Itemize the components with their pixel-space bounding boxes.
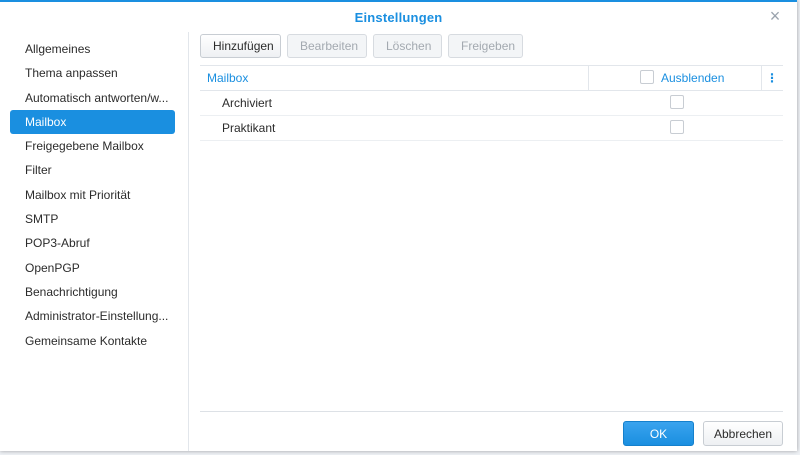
- edit-button[interactable]: Bearbeiten: [287, 34, 367, 58]
- sidebar-item-freigegebene-mailbox[interactable]: Freigegebene Mailbox: [10, 134, 175, 158]
- settings-dialog: Einstellungen × Allgemeines Thema anpass…: [0, 0, 797, 451]
- column-header-mailbox[interactable]: Mailbox: [207, 66, 248, 90]
- cancel-button[interactable]: Abbrechen: [703, 421, 783, 446]
- add-button[interactable]: Hinzufügen: [200, 34, 281, 58]
- mailbox-panel: Hinzufügen Bearbeiten Löschen Freigeben …: [200, 32, 783, 451]
- sidebar-item-smtp[interactable]: SMTP: [10, 207, 175, 231]
- delete-button[interactable]: Löschen: [373, 34, 442, 58]
- mailbox-name: Archiviert: [222, 96, 273, 110]
- sidebar-list: Allgemeines Thema anpassen Automatisch a…: [0, 32, 188, 353]
- table-row[interactable]: Archiviert: [200, 91, 783, 116]
- close-icon[interactable]: ×: [767, 7, 783, 25]
- column-header-hide-label[interactable]: Ausblenden: [661, 66, 724, 90]
- mailbox-toolbar: Hinzufügen Bearbeiten Löschen Freigeben: [200, 34, 523, 58]
- sidebar-item-gemeinsame-kontakte[interactable]: Gemeinsame Kontakte: [10, 329, 175, 353]
- sidebar-item-openpgp[interactable]: OpenPGP: [10, 256, 175, 280]
- ok-button[interactable]: OK: [623, 421, 694, 446]
- hide-checkbox[interactable]: [670, 120, 684, 134]
- dialog-titlebar: Einstellungen ×: [0, 2, 797, 32]
- dialog-title: Einstellungen: [354, 9, 443, 25]
- sidebar-item-filter[interactable]: Filter: [10, 158, 175, 182]
- settings-sidebar: Allgemeines Thema anpassen Automatisch a…: [0, 32, 189, 451]
- sidebar-item-mailbox-prioritaet[interactable]: Mailbox mit Priorität: [10, 183, 175, 207]
- table-row[interactable]: Praktikant: [200, 116, 783, 141]
- sidebar-item-mailbox[interactable]: Mailbox: [10, 109, 175, 135]
- sidebar-item-administrator-einstellung[interactable]: Administrator-Einstellung...: [10, 304, 175, 328]
- sidebar-item-allgemeines[interactable]: Allgemeines: [10, 37, 175, 61]
- table-header: Mailbox Ausblenden ⋮: [200, 65, 783, 91]
- hide-all-checkbox[interactable]: [640, 70, 654, 84]
- sidebar-item-pop3-abruf[interactable]: POP3-Abruf: [10, 231, 175, 255]
- sidebar-item-benachrichtigung[interactable]: Benachrichtigung: [10, 280, 175, 304]
- column-header-hide: Ausblenden: [588, 66, 762, 90]
- dialog-footer: OK Abbrechen: [623, 421, 783, 446]
- share-button[interactable]: Freigeben: [448, 34, 523, 58]
- sidebar-item-thema-anpassen[interactable]: Thema anpassen: [10, 61, 175, 85]
- sidebar-item-automatisch-antworten[interactable]: Automatisch antworten/w...: [10, 86, 175, 110]
- hide-checkbox[interactable]: [670, 95, 684, 109]
- mailbox-table: Mailbox Ausblenden ⋮ Archiviert Praktika…: [200, 65, 783, 412]
- mailbox-name: Praktikant: [222, 121, 276, 135]
- vertical-dots-icon[interactable]: ⋮: [761, 66, 783, 90]
